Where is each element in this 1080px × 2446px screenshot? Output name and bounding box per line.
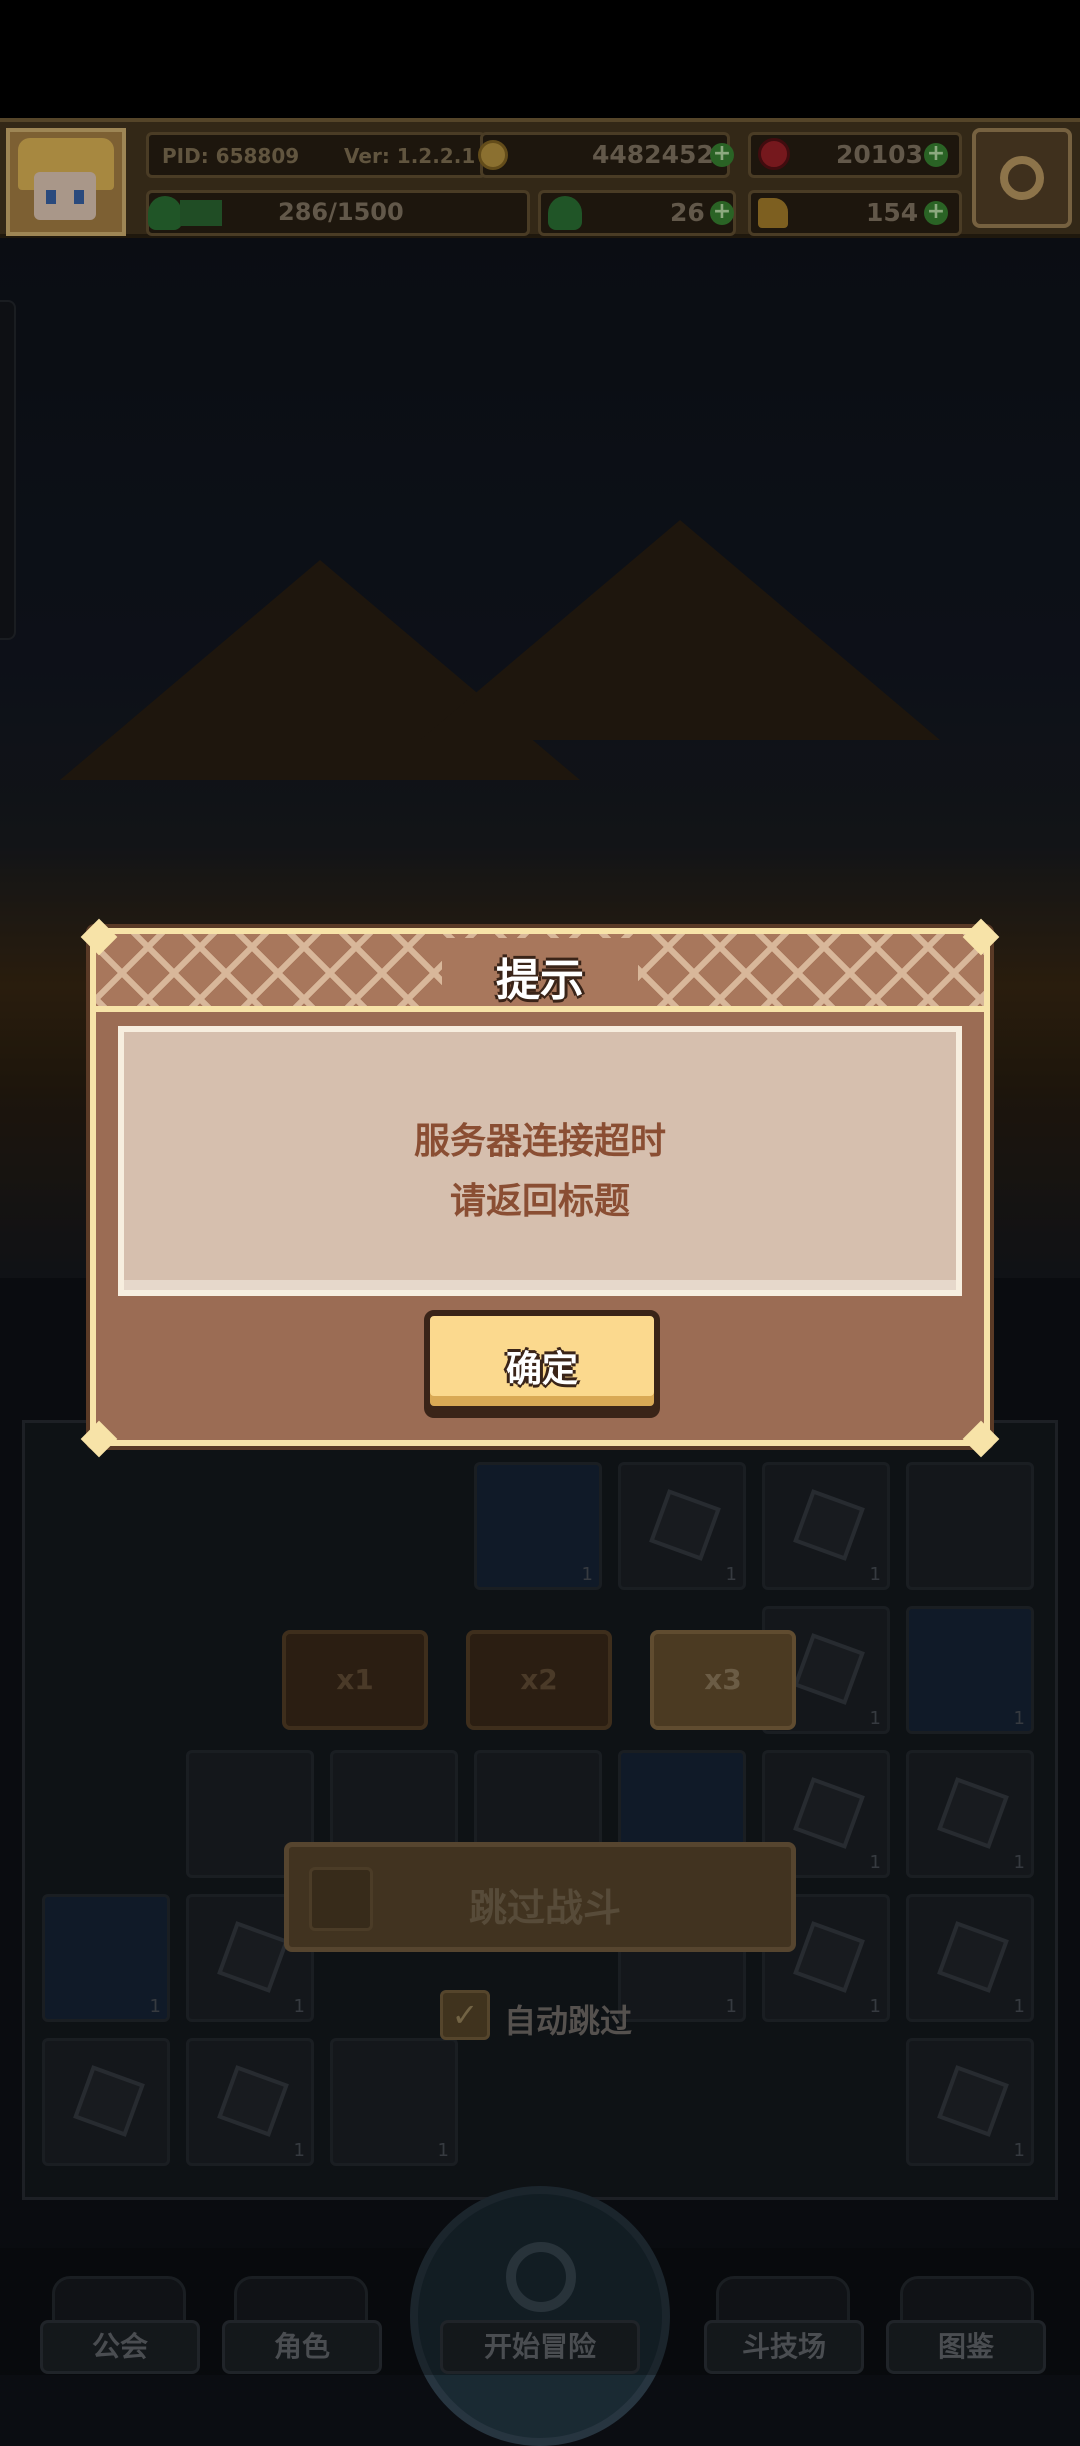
dialog-message-line-2: 请返回标题 [449,1181,630,1222]
dialog-message-line-1: 服务器连接超时 [413,1121,666,1162]
dialog-message-box: 服务器连接超时 请返回标题 [118,1026,962,1296]
dialog-title: 提示 [496,955,584,1006]
confirm-button[interactable]: 确定 [424,1310,660,1412]
confirm-button-label: 确定 [505,1349,578,1390]
alert-dialog: 提示 服务器连接超时 请返回标题 确定 [80,918,1000,1458]
